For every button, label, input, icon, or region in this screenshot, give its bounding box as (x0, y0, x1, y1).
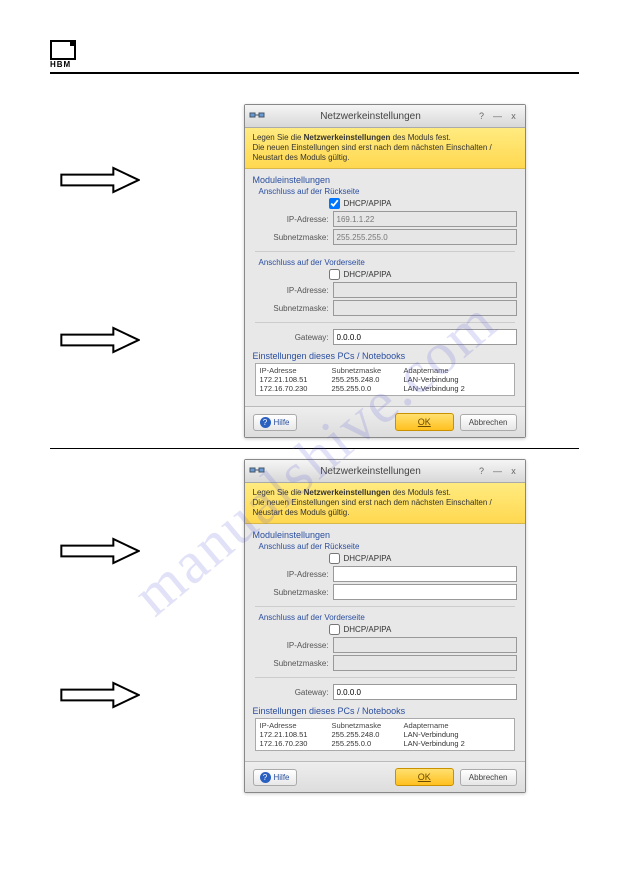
ip-back-input[interactable] (333, 211, 517, 227)
dhcp-front-checkbox[interactable] (329, 269, 340, 280)
ip-back-input[interactable] (333, 566, 517, 582)
th-adapter: Adaptername (404, 721, 510, 730)
network-settings-dialog: Netzwerkeinstellungen ? — x Legen Sie di… (244, 459, 526, 793)
table-row[interactable]: 172.16.70.230 255.255.0.0 LAN-Verbindung… (260, 384, 510, 393)
th-subnet: Subnetzmaske (332, 721, 404, 730)
dhcp-back-label: DHCP/APIPA (344, 554, 392, 563)
th-adapter: Adaptername (404, 366, 510, 375)
table-row[interactable]: 172.21.108.51 255.255.248.0 LAN-Verbindu… (260, 375, 510, 384)
adapter-table: IP-Adresse Subnetzmaske Adaptername 172.… (255, 363, 515, 396)
close-button[interactable]: x (507, 109, 521, 123)
arrow-icon (60, 681, 140, 709)
help-button[interactable]: ?Hilfe (253, 414, 297, 431)
dialog-title: Netzwerkeinstellungen (269, 466, 473, 477)
subnet-back-input[interactable] (333, 229, 517, 245)
table-row[interactable]: 172.21.108.51 255.255.248.0 LAN-Verbindu… (260, 730, 510, 739)
back-connection-title: Anschluss auf der Rückseite (259, 542, 517, 551)
dhcp-back-label: DHCP/APIPA (344, 199, 392, 208)
subnet-front-input[interactable] (333, 300, 517, 316)
th-subnet: Subnetzmaske (332, 366, 404, 375)
close-button[interactable]: x (507, 464, 521, 478)
minimize-button[interactable]: — (491, 109, 505, 123)
subnet-back-input[interactable] (333, 584, 517, 600)
info-strip: Legen Sie die Netzwerkeinstellungen des … (245, 483, 525, 524)
dialog-title: Netzwerkeinstellungen (269, 111, 473, 122)
adapter-table: IP-Adresse Subnetzmaske Adaptername 172.… (255, 718, 515, 751)
gateway-input[interactable] (333, 684, 517, 700)
help-icon: ? (260, 417, 271, 428)
network-settings-dialog: Netzwerkeinstellungen ? — x Legen Sie di… (244, 104, 526, 438)
ip-front-input[interactable] (333, 282, 517, 298)
help-icon: ? (260, 772, 271, 783)
gateway-label: Gateway: (267, 688, 333, 697)
ok-button[interactable]: OK (395, 768, 454, 786)
cancel-button[interactable]: Abbrechen (460, 769, 517, 786)
help-button[interactable]: ? (475, 109, 489, 123)
pc-settings-title: Einstellungen dieses PCs / Notebooks (253, 706, 517, 716)
dhcp-back-checkbox[interactable] (329, 198, 340, 209)
help-button[interactable]: ? (475, 464, 489, 478)
dhcp-front-label: DHCP/APIPA (344, 270, 392, 279)
subnet-front-label: Subnetzmaske: (267, 659, 333, 668)
subnet-back-label: Subnetzmaske: (267, 588, 333, 597)
front-connection-title: Anschluss auf der Vorderseite (259, 258, 517, 267)
ip-front-input[interactable] (333, 637, 517, 653)
module-settings-title: Moduleinstellungen (253, 530, 517, 540)
subnet-front-input[interactable] (333, 655, 517, 671)
ip-back-label: IP-Adresse: (267, 215, 333, 224)
arrow-icon (60, 326, 140, 354)
network-icon (249, 464, 265, 478)
network-icon (249, 109, 265, 123)
hbm-logo-text: HBM (50, 60, 76, 69)
minimize-button[interactable]: — (491, 464, 505, 478)
dhcp-back-checkbox[interactable] (329, 553, 340, 564)
dhcp-front-checkbox[interactable] (329, 624, 340, 635)
th-ip: IP-Adresse (260, 721, 332, 730)
ip-front-label: IP-Adresse: (267, 641, 333, 650)
hbm-logo-icon (50, 40, 76, 60)
ip-front-label: IP-Adresse: (267, 286, 333, 295)
gateway-label: Gateway: (267, 333, 333, 342)
info-strip: Legen Sie die Netzwerkeinstellungen des … (245, 128, 525, 169)
subnet-front-label: Subnetzmaske: (267, 304, 333, 313)
dhcp-front-label: DHCP/APIPA (344, 625, 392, 634)
cancel-button[interactable]: Abbrechen (460, 414, 517, 431)
arrow-icon (60, 537, 140, 565)
gateway-input[interactable] (333, 329, 517, 345)
th-ip: IP-Adresse (260, 366, 332, 375)
pc-settings-title: Einstellungen dieses PCs / Notebooks (253, 351, 517, 361)
help-button[interactable]: ?Hilfe (253, 769, 297, 786)
arrow-icon (60, 166, 140, 194)
table-row[interactable]: 172.16.70.230 255.255.0.0 LAN-Verbindung… (260, 739, 510, 748)
ip-back-label: IP-Adresse: (267, 570, 333, 579)
ok-button[interactable]: OK (395, 413, 454, 431)
back-connection-title: Anschluss auf der Rückseite (259, 187, 517, 196)
module-settings-title: Moduleinstellungen (253, 175, 517, 185)
front-connection-title: Anschluss auf der Vorderseite (259, 613, 517, 622)
subnet-back-label: Subnetzmaske: (267, 233, 333, 242)
